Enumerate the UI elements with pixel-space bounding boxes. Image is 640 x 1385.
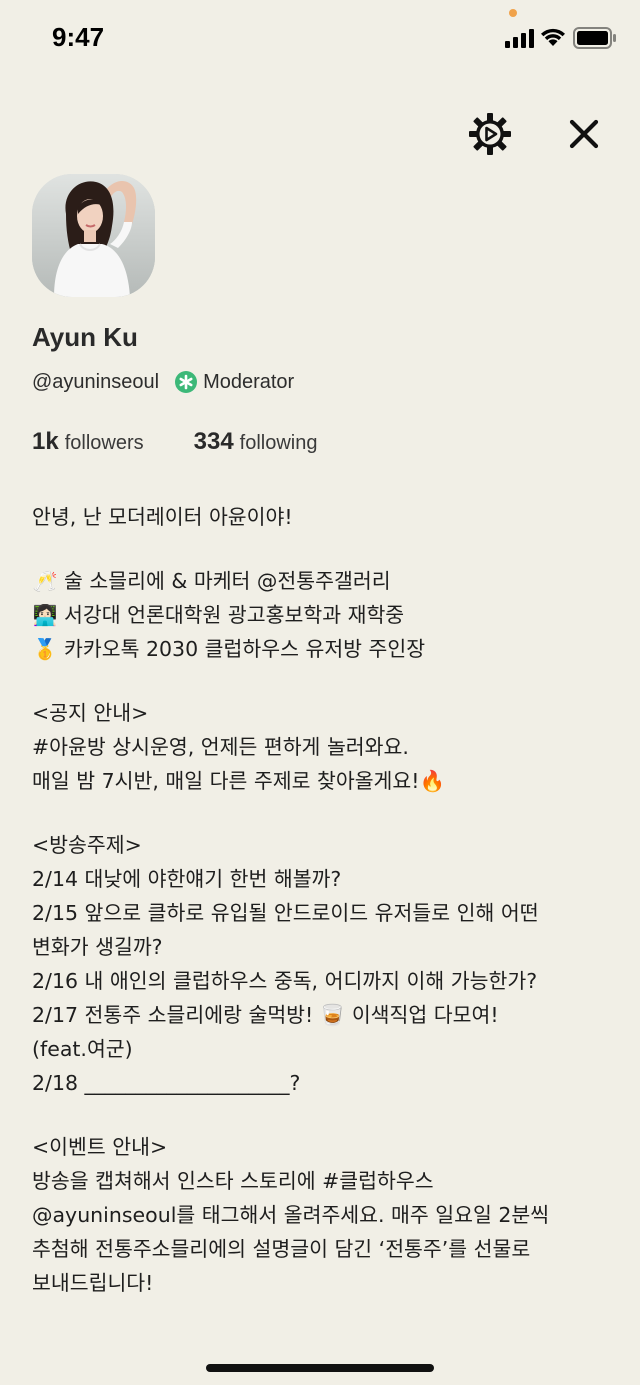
gold-medal-emoji-icon: 🥇 [32, 637, 58, 661]
followers-count: 1k [32, 428, 59, 455]
bio-intro-line: 👩🏻‍💻 서강대 언론대학원 광고홍보학과 재학중 [32, 598, 622, 632]
privacy-indicator-dot [509, 9, 517, 17]
profile-handle[interactable]: @ayuninseoul [32, 371, 159, 394]
topic-line: (feat.여군) [32, 1037, 133, 1061]
follow-stats: 1k followers 334 following [32, 428, 318, 460]
topics-header: <방송주제> [32, 833, 142, 857]
avatar-photo [32, 174, 155, 297]
champagne-emoji-icon: 🥂 [32, 569, 58, 593]
cellular-signal-icon [505, 29, 534, 48]
profile-avatar[interactable] [32, 174, 155, 297]
notice-header: <공지 안내> [32, 701, 149, 725]
home-indicator[interactable] [206, 1364, 434, 1372]
bio-spacer [32, 1100, 622, 1130]
moderator-label: Moderator [203, 370, 295, 393]
event-line: 보내드립니다! [32, 1271, 154, 1295]
topic-line: 2/17 전통주 소믈리에랑 술먹방! 🥃 이색직업 다모여! [32, 1003, 499, 1027]
asterisk-badge-icon [175, 371, 198, 393]
gear-icon [469, 113, 511, 155]
close-button[interactable] [564, 112, 604, 156]
technologist-emoji-icon: 👩🏻‍💻 [32, 603, 58, 627]
profile-bio: 안녕, 난 모더레이터 아윤이야! 🥂 술 소믈리에 & 마케터 @전통주갤러리 … [32, 500, 622, 1300]
event-line: @ayuninseoul를 태그해서 올려주세요. 매주 일요일 2분씩 [32, 1203, 550, 1227]
close-icon [569, 119, 599, 149]
status-time: 9:47 [52, 22, 105, 52]
following-label: following [239, 432, 318, 454]
topic-line: 2/14 대낮에 야한얘기 한번 해볼까? [32, 867, 342, 891]
profile-name: Ayun Ku [32, 322, 138, 352]
event-line: 추첨해 전통주소믈리에의 설명글이 담긴 ‘전통주’를 선물로 [32, 1237, 531, 1261]
bio-intro-line: 🥇 카카오톡 2030 클럽하우스 유저방 주인장 [32, 632, 622, 666]
event-line: 방송을 캡쳐해서 인스타 스토리에 #클럽하우스 [32, 1169, 434, 1193]
topic-line: 2/16 내 애인의 클럽하우스 중독, 어디까지 이해 가능한가? [32, 969, 538, 993]
bio-greeting: 안녕, 난 모더레이터 아윤이야! [32, 505, 293, 529]
followers-label: followers [64, 432, 144, 454]
topic-line: 2/15 앞으로 클하로 유입될 안드로이드 유저들로 인해 어떤 [32, 901, 539, 925]
following-count: 334 [193, 428, 234, 455]
bio-spacer [32, 798, 622, 828]
battery-icon [573, 27, 616, 49]
moderator-badge: Moderator [175, 371, 294, 394]
profile-top-actions [0, 112, 640, 156]
bio-intro-line: 🥂 술 소믈리에 & 마케터 @전통주갤러리 [32, 564, 622, 598]
status-bar: 9:47 [0, 0, 640, 80]
following-stat[interactable]: 334 following [194, 428, 318, 456]
bio-intro-text: 술 소믈리에 & 마케터 @전통주갤러리 [64, 569, 391, 593]
topic-line: 변화가 생길까? [32, 935, 163, 959]
topic-line: 2/18 ____________________? [32, 1071, 301, 1095]
followers-stat[interactable]: 1k followers [32, 428, 144, 456]
bio-intro-text: 카카오톡 2030 클럽하우스 유저방 주인장 [64, 637, 426, 661]
settings-button[interactable] [468, 112, 512, 156]
notice-line: 매일 밤 7시반, 매일 다른 주제로 찾아올게요!🔥 [32, 769, 446, 793]
bio-spacer [32, 666, 622, 696]
handle-row: @ayuninseoul Moderator [32, 368, 294, 396]
bio-intro-text: 서강대 언론대학원 광고홍보학과 재학중 [64, 603, 405, 627]
event-header: <이벤트 안내> [32, 1135, 168, 1159]
bio-spacer [32, 534, 622, 564]
notice-line: #아윤방 상시운영, 언제든 편하게 놀러와요. [32, 735, 409, 759]
wifi-icon [541, 28, 565, 46]
